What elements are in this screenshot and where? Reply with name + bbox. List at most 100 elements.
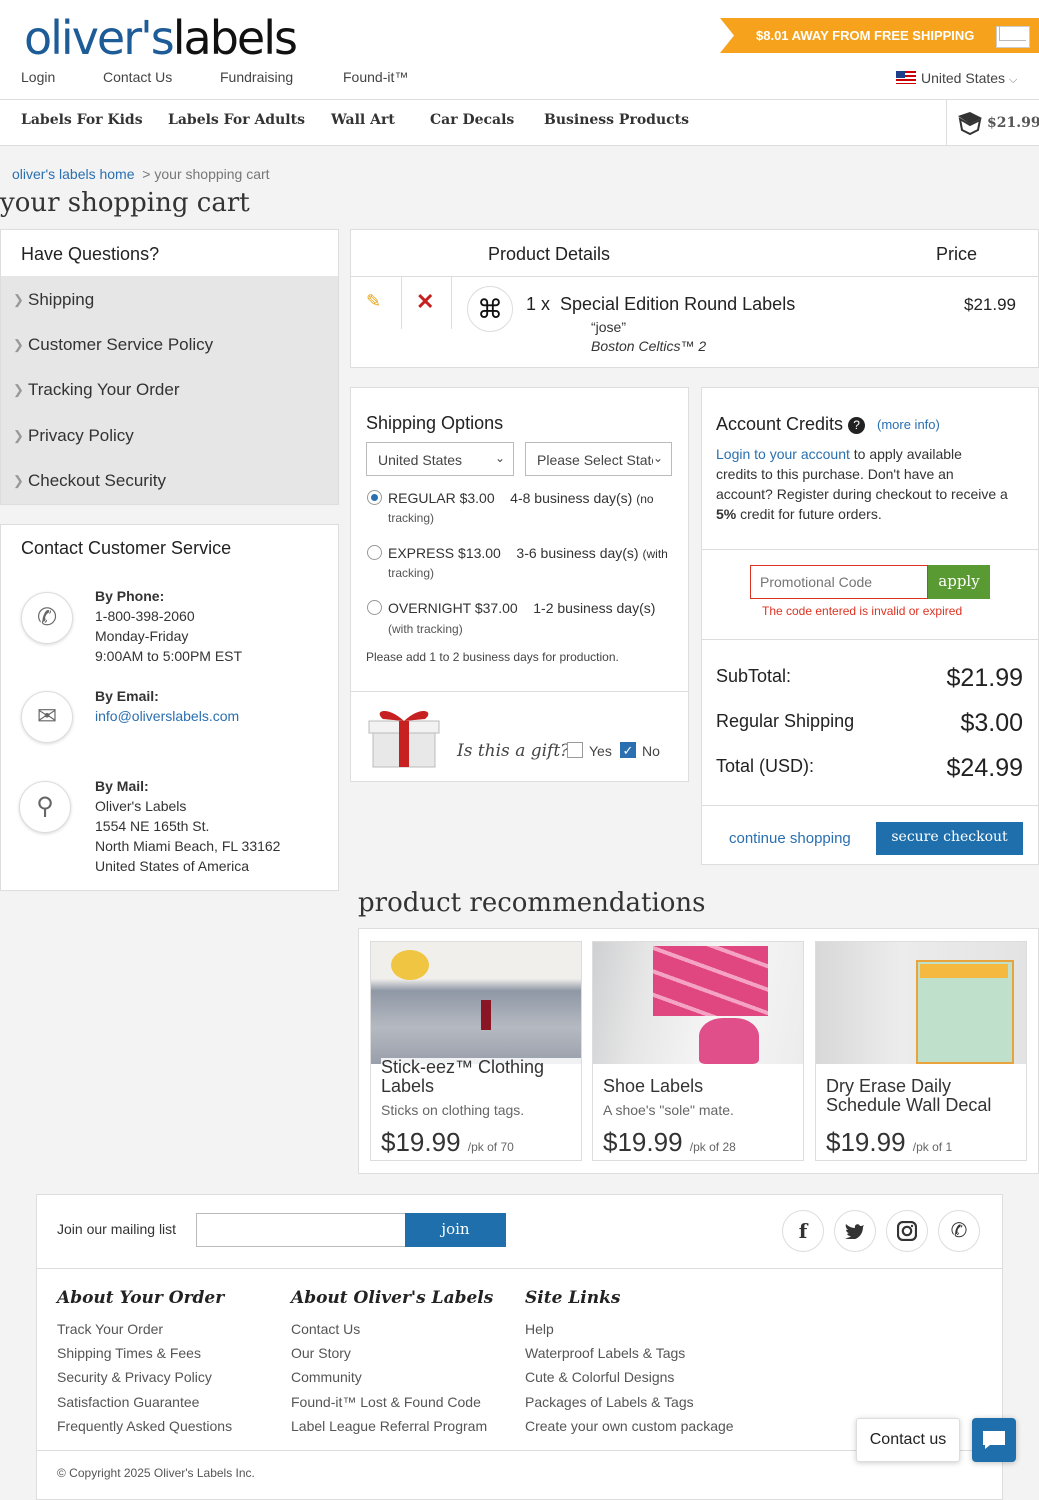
cart-item-price: $21.99 <box>964 295 1016 314</box>
gift-box-icon <box>368 710 440 768</box>
subtotal-value: $21.99 <box>946 664 1023 692</box>
col-product-details: Product Details <box>488 244 611 264</box>
login-link[interactable]: Login <box>21 69 55 85</box>
recommendations-title: product recommendations <box>358 888 706 918</box>
footer-col-title: About Your Order <box>57 1288 225 1308</box>
found-it-link[interactable]: Found-it™ <box>343 69 408 85</box>
footer-link[interactable]: Our Story <box>291 1345 351 1361</box>
chevron-right-icon: ❯ <box>13 428 24 443</box>
remove-x-icon[interactable]: ✕ <box>416 289 434 315</box>
fundraising-link[interactable]: Fundraising <box>220 69 293 85</box>
faq-checkout-security[interactable]: Checkout Security <box>28 471 166 491</box>
contact-us-bubble[interactable]: Contact us <box>856 1418 960 1462</box>
promo-code-input[interactable] <box>750 565 928 599</box>
chevron-down-icon: ⌵ <box>1008 74 1018 86</box>
chevron-down-icon: ⌄ <box>494 451 505 465</box>
chevron-down-icon: ⌄ <box>652 451 663 465</box>
promo-error: The code entered is invalid or expired <box>762 604 963 618</box>
chevron-right-icon: ❯ <box>13 382 24 397</box>
questions-panel: Have Questions? <box>0 229 339 505</box>
chat-button[interactable] <box>972 1418 1016 1462</box>
contact-title: Contact Customer Service <box>21 538 232 558</box>
shipping-express-radio[interactable] <box>367 545 382 560</box>
cart-item-design: Boston Celtics™ 2 <box>591 338 707 354</box>
shipping-overnight-radio[interactable] <box>367 600 382 615</box>
chevron-right-icon: ❯ <box>13 473 24 488</box>
mini-cart[interactable]: $21.99 <box>946 100 1039 146</box>
faq-customer-service-policy[interactable]: Customer Service Policy <box>28 335 213 355</box>
shipping-title: Shipping Options <box>366 413 504 433</box>
contact-us-link[interactable]: Contact Us <box>103 69 172 85</box>
help-question-icon[interactable]: ? <box>848 417 866 434</box>
join-button[interactable]: join <box>405 1213 506 1247</box>
nav-labels-for-kids[interactable]: Labels For Kids <box>21 112 143 128</box>
footer-link[interactable]: Found-it™ Lost & Found Code <box>291 1394 481 1410</box>
rec-card-stickeez[interactable]: Stick-eez™ Clothing Labels Sticks on clo… <box>370 941 582 1161</box>
production-note: Please add 1 to 2 business days for prod… <box>366 650 619 664</box>
footer-link[interactable]: Community <box>291 1369 362 1385</box>
footer-link[interactable]: Shipping Times & Fees <box>57 1345 201 1361</box>
footer-link[interactable]: Waterproof Labels & Tags <box>525 1345 685 1361</box>
envelope-icon <box>996 26 1030 48</box>
footer-link[interactable]: Satisfaction Guarantee <box>57 1394 199 1410</box>
login-to-account-link[interactable]: Login to your account <box>716 446 850 462</box>
copyright: © Copyright 2025 Oliver's Labels Inc. <box>57 1466 255 1480</box>
mailing-list-label: Join our mailing list <box>57 1221 177 1237</box>
country-selector[interactable]: United States ⌵ <box>896 70 1017 87</box>
footer-link[interactable]: Track Your Order <box>57 1321 163 1337</box>
footer-link[interactable]: Frequently Asked Questions <box>57 1418 232 1434</box>
chat-icon <box>983 1431 1005 1449</box>
more-info-link[interactable]: (more info) <box>877 417 940 432</box>
footer-col-title: About Oliver's Labels <box>291 1288 494 1308</box>
nav-wall-art[interactable]: Wall Art <box>331 112 395 128</box>
faq-tracking[interactable]: Tracking Your Order <box>28 380 180 400</box>
email-link[interactable]: info@oliverslabels.com <box>95 706 239 726</box>
page-title: your shopping cart <box>0 188 250 218</box>
nav-car-decals[interactable]: Car Decals <box>430 112 514 128</box>
footer-col-title: Site Links <box>525 1288 621 1308</box>
product-thumbnail-icon: ⌘ <box>467 286 513 332</box>
rec-card-dry-erase[interactable]: Dry Erase Daily Schedule Wall Decal $19.… <box>815 941 1027 1161</box>
phone-icon[interactable]: ✆ <box>938 1210 980 1252</box>
email-icon: ✉ <box>21 691 73 743</box>
apply-promo-button[interactable]: apply <box>928 565 990 599</box>
site-logo[interactable]: oliver'slabels <box>24 12 298 64</box>
footer-link[interactable]: Contact Us <box>291 1321 360 1337</box>
shipping-value: $3.00 <box>960 709 1023 737</box>
edit-pencil-icon[interactable]: ✎ <box>366 291 381 312</box>
country-select[interactable]: United States ⌄ <box>366 442 514 476</box>
state-select[interactable]: Please Select State ⌄ <box>525 442 672 476</box>
footer-link[interactable]: Create your own custom package <box>525 1418 734 1434</box>
breadcrumb-home[interactable]: oliver's labels home <box>12 166 135 182</box>
continue-shopping-link[interactable]: continue shopping <box>729 830 851 847</box>
faq-privacy[interactable]: Privacy Policy <box>28 426 134 446</box>
total-value: $24.99 <box>946 754 1023 782</box>
mailing-list-input[interactable] <box>196 1213 406 1247</box>
secure-checkout-button[interactable]: secure checkout <box>876 822 1023 855</box>
footer-link[interactable]: Label League Referral Program <box>291 1418 487 1434</box>
facebook-icon[interactable]: f <box>782 1210 824 1252</box>
phone-number[interactable]: 1-800-398-2060 <box>95 606 242 626</box>
cart-item-title: 1 x Special Edition Round Labels <box>526 294 796 314</box>
footer-link[interactable]: Help <box>525 1321 554 1337</box>
schedule-decal-photo <box>816 942 1026 1064</box>
phone-icon: ✆ <box>21 592 73 644</box>
shipping-regular-radio[interactable] <box>367 490 382 505</box>
twitter-icon[interactable] <box>834 1210 876 1252</box>
faq-shipping[interactable]: Shipping <box>28 290 94 310</box>
footer-link[interactable]: Cute & Colorful Designs <box>525 1369 674 1385</box>
free-shipping-banner: $8.01 AWAY FROM FREE SHIPPING <box>720 18 1039 53</box>
footer-link[interactable]: Packages of Labels & Tags <box>525 1394 694 1410</box>
gift-no-checkbox[interactable]: ✓ <box>620 742 636 758</box>
credits-text: Login to your account to apply available… <box>716 446 1008 522</box>
main-nav: Labels For Kids Labels For Adults Wall A… <box>0 99 1039 146</box>
rec-card-shoe-labels[interactable]: Shoe Labels A shoe's "sole" mate. $19.99… <box>592 941 804 1161</box>
chevron-right-icon: ❯ <box>13 337 24 352</box>
gift-yes-checkbox[interactable] <box>567 742 583 758</box>
site-header: oliver'slabels Login Contact Us Fundrais… <box>0 0 1039 146</box>
nav-labels-for-adults[interactable]: Labels For Adults <box>168 112 305 128</box>
footer-link[interactable]: Security & Privacy Policy <box>57 1369 212 1385</box>
instagram-icon[interactable] <box>886 1210 928 1252</box>
breadcrumb: oliver's labels home > your shopping car… <box>12 166 270 182</box>
nav-business-products[interactable]: Business Products <box>544 112 689 128</box>
